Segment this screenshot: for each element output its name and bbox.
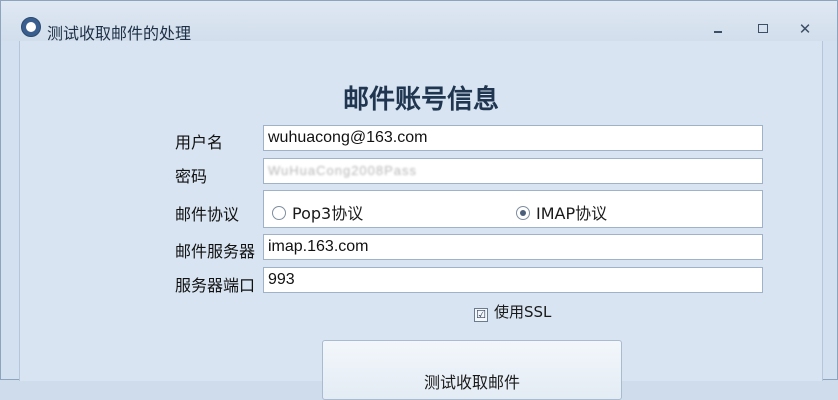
ssl-label: 使用SSL: [494, 303, 552, 321]
username-field[interactable]: wuhuacong@163.com: [263, 125, 763, 151]
title-bar: 测试收取邮件的处理 ✕: [1, 1, 837, 43]
server-label: 邮件服务器: [175, 242, 256, 261]
app-logo-icon: [21, 17, 41, 37]
password-label: 密码: [175, 167, 208, 186]
radio-pop3[interactable]: Pop3协议: [272, 200, 363, 224]
port-field[interactable]: 993: [263, 267, 763, 293]
radio-pop3-label: Pop3协议: [292, 204, 364, 223]
minimize-icon[interactable]: [711, 23, 725, 35]
password-field[interactable]: WuHuaCong2008Pass: [263, 158, 763, 184]
protocol-label: 邮件协议: [175, 205, 240, 224]
radio-imap-label: IMAP协议: [536, 204, 608, 223]
page-title: 邮件账号信息: [342, 85, 499, 115]
password-value: WuHuaCong2008Pass: [268, 163, 418, 178]
ssl-checkbox[interactable]: ☑ 使用SSL: [474, 301, 551, 322]
port-label: 服务器端口: [175, 276, 256, 295]
radio-imap[interactable]: IMAP协议: [516, 200, 607, 224]
checkbox-checked-icon: ☑: [474, 308, 488, 322]
test-receive-button[interactable]: 测试收取邮件: [322, 340, 622, 400]
username-label: 用户名: [175, 133, 224, 152]
server-field[interactable]: imap.163.com: [263, 234, 763, 260]
radio-checked-icon: [516, 206, 530, 220]
close-icon[interactable]: ✕: [798, 22, 812, 37]
protocol-group: Pop3协议 IMAP协议: [263, 190, 763, 228]
main-window: 测试收取邮件的处理 ✕ 邮件账号信息 用户名 wuhuacong@163.com…: [0, 0, 838, 400]
radio-unchecked-icon: [272, 206, 286, 220]
maximize-icon[interactable]: [756, 23, 770, 35]
form-panel: 邮件账号信息 用户名 wuhuacong@163.com 密码 WuHuaCon…: [19, 41, 823, 400]
